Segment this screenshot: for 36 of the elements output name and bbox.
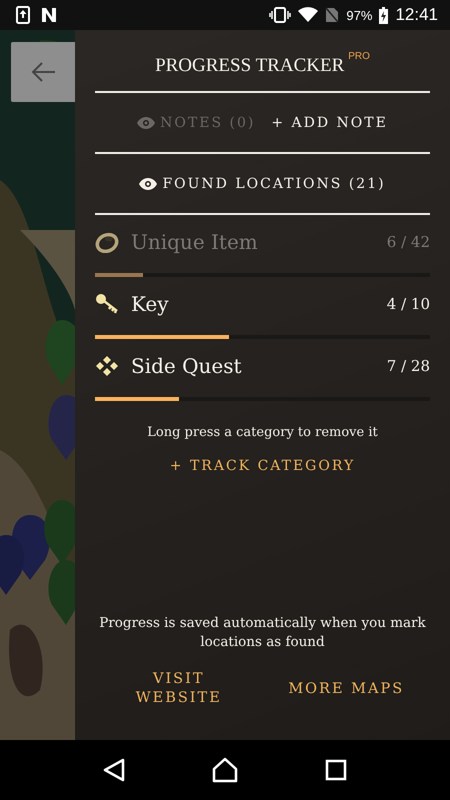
link-button[interactable]: VISIT WEBSITE — [114, 670, 244, 708]
add-note-button[interactable]: + ADD NOTE — [271, 114, 388, 130]
found-locations-toggle[interactable]: FOUND LOCATIONS (21) — [139, 176, 386, 192]
recents-icon[interactable] — [324, 759, 347, 781]
category-name: Key — [131, 292, 170, 316]
track-category-button[interactable]: + TRACK CATEGORY — [170, 458, 356, 474]
battery-percent: 97% — [346, 8, 372, 22]
autosave-note: Progress is saved automatically when you mark locations as found — [98, 614, 427, 652]
ring-icon — [95, 231, 119, 253]
hint-text: Long press a category to remove it — [146, 425, 379, 440]
category-row[interactable]: Side Quest 7 / 28 — [95, 339, 430, 401]
n-logo-icon — [40, 6, 58, 24]
link-button[interactable]: MORE MAPS — [281, 670, 412, 708]
eye-icon — [137, 116, 156, 128]
no-sim-icon — [325, 7, 340, 23]
category-name: Side Quest — [131, 354, 243, 378]
battery-charging-icon — [379, 6, 388, 24]
key-icon — [95, 293, 119, 315]
category-row[interactable]: Key 4 / 10 — [95, 277, 430, 339]
category-row[interactable]: Unique Item 6 / 42 — [95, 215, 430, 277]
back-icon[interactable] — [103, 758, 126, 782]
upload-icon — [16, 6, 30, 24]
category-count: 7 / 28 — [386, 357, 430, 375]
vibrate-icon — [269, 7, 292, 23]
category-count: 6 / 42 — [386, 233, 430, 251]
clock: 12:41 — [395, 5, 438, 25]
quest-icon — [95, 355, 119, 377]
category-name: Unique Item — [131, 230, 259, 254]
back-arrow-icon — [30, 61, 56, 83]
pro-label: PRO — [348, 51, 370, 62]
panel-title: PROGRESS TRACKER — [155, 54, 344, 76]
back-button[interactable] — [11, 42, 75, 102]
home-icon[interactable] — [212, 757, 238, 783]
eye-icon — [139, 178, 158, 190]
wifi-icon — [298, 7, 318, 23]
category-count: 4 / 10 — [386, 295, 430, 313]
